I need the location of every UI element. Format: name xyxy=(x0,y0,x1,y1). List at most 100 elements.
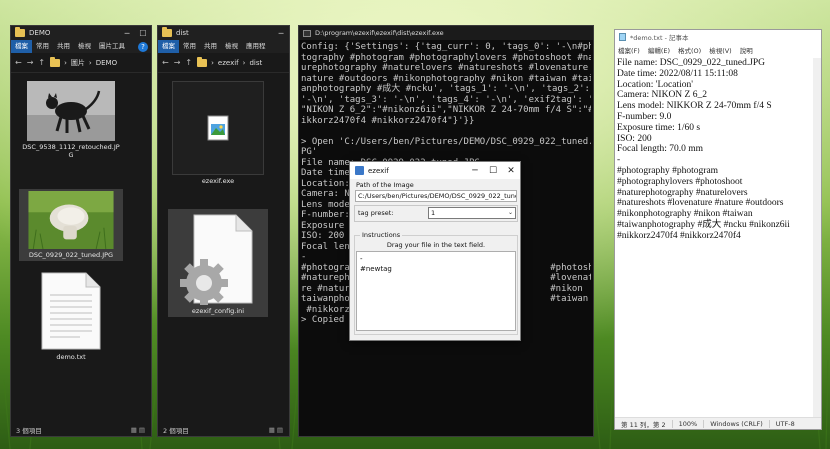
console-output-line: anphotography #成大 #ncku', 'tags_1': '-\n… xyxy=(301,84,590,94)
status-bar: 3 個項目 ▦▤ xyxy=(11,423,151,436)
tab-picture-tools[interactable]: 圖片工具 xyxy=(95,40,129,53)
menu-file[interactable]: 檔案(F) xyxy=(618,45,640,55)
console-output-line: Config: {'Settings': {'tag_curr': 0, 'ta… xyxy=(301,42,591,52)
breadcrumb-item-pictures[interactable]: 圖片 xyxy=(71,58,85,68)
notepad-text-line: #photographylovers #photoshoot xyxy=(617,176,743,187)
cursor-position: 第 11 列，第 2 xyxy=(621,420,666,429)
title-bar[interactable]: dist ─ xyxy=(158,26,289,40)
file-item-demo-txt[interactable]: demo.txt xyxy=(19,271,123,363)
console-output-line: > Open 'C:/Users/ben/Pictures/DEMO/DSC_0… xyxy=(301,136,591,147)
executable-icon xyxy=(207,115,229,141)
image-path-field[interactable]: C:/Users/ben/Pictures/DEMO/DSC_0929_022_… xyxy=(355,190,517,202)
menu-edit[interactable]: 編輯(E) xyxy=(648,45,670,55)
title-bar[interactable]: DEMO ─ ☐ xyxy=(11,26,151,40)
file-name: demo.txt xyxy=(56,353,86,361)
close-icon[interactable]: ✕ xyxy=(502,166,520,176)
tag-preset-select[interactable]: 1 ⌄ xyxy=(428,207,516,219)
breadcrumb-item-dist[interactable]: dist xyxy=(249,59,262,67)
tab-file[interactable]: 檔案 xyxy=(158,40,179,53)
window-title: D:\program\ezexif\ezexif\dist\ezexif.exe xyxy=(315,29,444,37)
maximize-icon[interactable]: ☐ xyxy=(135,29,151,38)
file-item-ezexif-exe[interactable]: ezexif.exe xyxy=(168,81,268,187)
tab-share[interactable]: 共用 xyxy=(53,40,74,53)
menu-help[interactable]: 說明 xyxy=(740,45,753,55)
minimize-icon[interactable]: ─ xyxy=(273,29,289,38)
tab-home[interactable]: 常用 xyxy=(32,40,53,53)
forward-arrow-icon[interactable]: → xyxy=(27,58,34,67)
console-icon xyxy=(303,29,311,37)
tab-share[interactable]: 共用 xyxy=(200,40,221,53)
up-arrow-icon[interactable]: ↑ xyxy=(185,58,192,67)
explorer-window-demo[interactable]: DEMO ─ ☐ 檔案 常用 共用 檢視 圖片工具 ? ← → ↑ › 圖片 ›… xyxy=(10,25,152,437)
breadcrumb-item-demo[interactable]: DEMO xyxy=(96,59,117,67)
minimize-icon[interactable]: ─ xyxy=(466,166,484,176)
tab-file[interactable]: 檔案 xyxy=(11,40,32,53)
title-bar[interactable]: D:\program\ezexif\ezexif\dist\ezexif.exe xyxy=(299,26,593,40)
path-label: Path of the Image xyxy=(356,181,414,189)
notepad-icon xyxy=(619,33,626,41)
notepad-text-line: #photography #photogram xyxy=(617,165,719,176)
file-item-ezexif-config[interactable]: ezexif_config.ini xyxy=(168,209,268,317)
tab-view[interactable]: 檢視 xyxy=(74,40,95,53)
notepad-text-line: - xyxy=(617,155,621,166)
tab-app-tools[interactable]: 應用程 xyxy=(242,40,270,53)
title-bar[interactable]: *demo.txt - 記事本 xyxy=(615,30,821,44)
notepad-text-line: #nikkorz2470f4 #nikkorz2470f4 xyxy=(617,230,741,241)
view-toggle-icons[interactable]: ▦▤ xyxy=(131,426,147,434)
menu-format[interactable]: 格式(O) xyxy=(678,45,701,55)
navigation-bar: ← → ↑ › 圖片 › DEMO xyxy=(11,53,151,73)
notepad-text-area[interactable]: File name: DSC_0929_022_tuned.JPG Date ti… xyxy=(617,58,813,417)
instructions-legend: Instructions xyxy=(360,231,403,239)
explorer-window-dist[interactable]: dist ─ 檔案 常用 共用 檢視 應用程 ← → ↑ › ezexif › … xyxy=(157,25,290,437)
menu-view[interactable]: 檢視(V) xyxy=(709,45,732,55)
notepad-text-line: ISO: 200 xyxy=(617,133,652,144)
notepad-text-line: F-number: 9.0 xyxy=(617,111,672,122)
file-item-mushroom-photo[interactable]: DSC_0929_022_tuned.JPG xyxy=(19,189,123,261)
breadcrumb-separator: › xyxy=(88,58,92,67)
console-output-line: nature #outdoors #nikonphotography #niko… xyxy=(301,73,591,84)
folder-icon xyxy=(162,27,172,37)
forward-arrow-icon[interactable]: → xyxy=(174,58,181,67)
notepad-text-line: #taiwanphotography #成大 #ncku #nikonz6ii xyxy=(617,219,790,230)
chevron-down-icon: ⌄ xyxy=(507,209,513,216)
tab-home[interactable]: 常用 xyxy=(179,40,200,53)
item-count: 2 個項目 xyxy=(163,426,189,435)
breadcrumb[interactable]: › ezexif › dist xyxy=(197,56,262,67)
text-document-icon xyxy=(41,272,101,350)
tag-text-field[interactable]: - #newtag xyxy=(356,251,516,331)
back-arrow-icon[interactable]: ← xyxy=(15,58,22,67)
view-toggle-icons[interactable]: ▦▤ xyxy=(269,426,285,434)
notepad-text-line: Exposure time: 1/60 s xyxy=(617,122,701,133)
file-list: ezexif.exe ezexif_config.ini xyxy=(158,73,289,423)
folder-icon xyxy=(15,27,25,37)
breadcrumb-item-ezexif[interactable]: ezexif xyxy=(218,59,239,67)
minimize-icon[interactable]: ─ xyxy=(119,29,135,38)
vertical-scrollbar[interactable] xyxy=(813,58,821,417)
breadcrumb-separator: › xyxy=(242,58,246,67)
back-arrow-icon[interactable]: ← xyxy=(162,58,169,67)
breadcrumb[interactable]: › 圖片 › DEMO xyxy=(50,56,117,68)
line-ending: Windows (CRLF) xyxy=(703,419,769,428)
config-file-icon xyxy=(180,214,253,305)
status-bar: 第 11 列，第 2 100% Windows (CRLF) UTF-8 xyxy=(615,417,821,429)
help-icon[interactable]: ? xyxy=(138,41,148,52)
notepad-text-line: Camera: NIKON Z 6_2 xyxy=(617,90,707,101)
file-item-cat-photo[interactable]: DSC_9538_1112_retouched.JPG xyxy=(19,81,123,161)
notepad-text-line: #nikonphotography #nikon #taiwan xyxy=(617,209,753,220)
photo-thumbnail-mushroom xyxy=(28,191,114,249)
notepad-window[interactable]: *demo.txt - 記事本 檔案(F) 編輯(E) 格式(O) 檢視(V) … xyxy=(614,29,822,430)
console-output-line: PG' xyxy=(301,147,318,157)
folder-icon xyxy=(197,56,208,67)
breadcrumb-separator: › xyxy=(64,58,67,67)
file-name: DSC_9538_1112_retouched.JPG xyxy=(22,143,120,159)
ezexif-dialog[interactable]: ezexif ─ ☐ ✕ Path of the Image C:/Users/… xyxy=(349,161,521,341)
encoding: UTF-8 xyxy=(768,419,801,428)
maximize-icon[interactable]: ☐ xyxy=(484,166,502,176)
breadcrumb-separator: › xyxy=(211,58,214,67)
tab-view[interactable]: 檢視 xyxy=(221,40,242,53)
folder-icon xyxy=(50,56,61,67)
window-title: DEMO xyxy=(29,29,51,37)
up-arrow-icon[interactable]: ↑ xyxy=(38,58,45,67)
title-bar[interactable]: ezexif ─ ☐ ✕ xyxy=(350,162,520,179)
